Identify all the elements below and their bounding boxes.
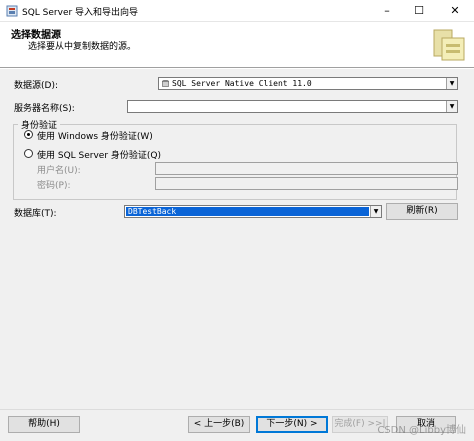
password-field xyxy=(155,177,458,190)
sql-auth-radio[interactable] xyxy=(24,149,33,158)
minimize-button[interactable]: – xyxy=(372,0,402,22)
back-button[interactable]: < 上一步(B) xyxy=(188,416,250,433)
password-label: 密码(P): xyxy=(37,181,71,191)
wizard-folder-graphic xyxy=(433,29,465,61)
next-button[interactable]: 下一步(N) > xyxy=(256,416,328,433)
database-value[interactable]: DBTestBack xyxy=(128,206,176,217)
username-label: 用户名(U): xyxy=(37,166,81,176)
title-bar[interactable]: SQL Server 导入和导出向导 – ☐ ✕ xyxy=(0,0,474,22)
refresh-button[interactable]: 刷新(R) xyxy=(386,203,458,220)
data-provider-icon xyxy=(162,80,169,87)
windows-auth-radio[interactable] xyxy=(24,130,33,139)
help-button[interactable]: 帮助(H) xyxy=(8,416,80,433)
windows-auth-label[interactable]: 使用 Windows 身份验证(W) xyxy=(37,129,153,142)
maximize-button[interactable]: ☐ xyxy=(404,0,434,22)
sql-auth-label[interactable]: 使用 SQL Server 身份验证(Q) xyxy=(37,148,161,161)
window-title: SQL Server 导入和导出向导 xyxy=(22,8,139,18)
close-button[interactable]: ✕ xyxy=(440,0,470,22)
watermark-text: CSDN @Libby博仙 xyxy=(377,425,466,436)
username-field xyxy=(155,162,458,175)
data-source-label: 数据源(D): xyxy=(14,81,58,91)
server-name-label: 服务器名称(S): xyxy=(14,104,75,114)
page-subheading: 选择要从中复制数据的源。 xyxy=(28,42,137,52)
wizard-footer: 帮助(H) < 上一步(B) 下一步(N) > 完成(F) >>| 取消 CSD… xyxy=(0,409,474,441)
sql-server-app-icon xyxy=(6,5,18,17)
chevron-down-icon[interactable]: ▼ xyxy=(446,78,457,89)
database-combo[interactable]: DBTestBack ▼ xyxy=(124,205,382,218)
database-label: 数据库(T): xyxy=(14,209,57,219)
chevron-down-icon[interactable]: ▼ xyxy=(370,206,381,217)
data-source-select[interactable]: SQL Server Native Client 11.0 ▼ xyxy=(158,77,458,90)
wizard-header: 选择数据源 选择要从中复制数据的源。 xyxy=(0,22,474,68)
chevron-down-icon[interactable]: ▼ xyxy=(446,101,457,112)
server-name-combo[interactable]: ▼ xyxy=(127,100,458,113)
wizard-body: 数据源(D): SQL Server Native Client 11.0 ▼ … xyxy=(0,69,474,409)
data-source-value: SQL Server Native Client 11.0 xyxy=(172,79,312,88)
